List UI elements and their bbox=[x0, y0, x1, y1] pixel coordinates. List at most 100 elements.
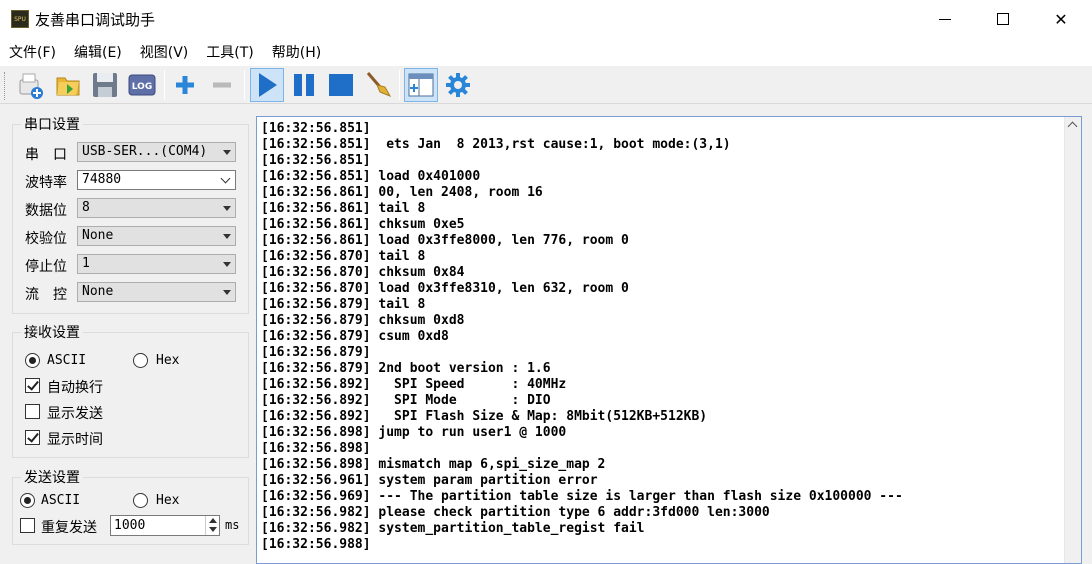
log-line: [16:32:56.851] load 0x401000 bbox=[261, 169, 481, 184]
show-time-label: 显示时间 bbox=[47, 432, 103, 448]
clear-button[interactable] bbox=[361, 68, 395, 102]
receive-hex-radio[interactable] bbox=[133, 353, 148, 368]
log-line: [16:32:56.982] system_partition_table_re… bbox=[261, 521, 645, 536]
log-line: [16:32:56.898] jump to run user1 @ 1000 bbox=[261, 425, 567, 440]
menu-tools[interactable]: 工具(T) bbox=[206, 42, 253, 62]
parity-value: None bbox=[82, 228, 114, 243]
parity-select[interactable]: None bbox=[77, 226, 236, 246]
show-send-checkbox[interactable] bbox=[25, 404, 40, 419]
receive-hex-label: Hex bbox=[156, 353, 180, 368]
port-value: USB-SER...(COM4) bbox=[82, 144, 208, 159]
new-session-button[interactable] bbox=[14, 68, 48, 102]
stopbits-select[interactable]: 1 bbox=[77, 254, 236, 274]
close-icon: ✕ bbox=[1054, 9, 1068, 29]
receive-log[interactable]: [16:32:56.851] [16:32:56.851] ets Jan 8 2… bbox=[256, 116, 1082, 564]
menu-file[interactable]: 文件(F) bbox=[9, 42, 56, 62]
receive-settings-title: 接收设置 bbox=[21, 322, 83, 342]
show-time-checkbox[interactable] bbox=[25, 430, 40, 445]
log-line: [16:32:56.898] bbox=[261, 441, 371, 456]
baud-label: 波特率 bbox=[25, 175, 67, 191]
minimize-button[interactable] bbox=[916, 0, 974, 38]
baud-value: 74880 bbox=[82, 172, 122, 187]
chevron-up-icon[interactable] bbox=[1067, 121, 1078, 132]
receive-ascii-radio[interactable] bbox=[25, 353, 40, 368]
menu-bar: 文件(F) 编辑(E) 视图(V) 工具(T) 帮助(H) bbox=[0, 38, 1092, 66]
log-line: [16:32:56.861] chksum 0xe5 bbox=[261, 217, 465, 232]
databits-select[interactable]: 8 bbox=[77, 198, 236, 218]
flow-label: 流 控 bbox=[25, 287, 67, 303]
window-title: 友善串口调试助手 bbox=[35, 11, 156, 29]
layout-icon bbox=[408, 73, 434, 97]
new-session-icon bbox=[19, 73, 43, 99]
menu-view[interactable]: 视图(V) bbox=[140, 42, 189, 62]
stop-icon bbox=[329, 74, 353, 96]
port-select[interactable]: USB-SER...(COM4) bbox=[77, 142, 236, 162]
baud-select[interactable]: 74880 bbox=[77, 170, 236, 190]
toolbar-separator bbox=[164, 70, 165, 100]
log-line: [16:32:56.969] --- The partition table s… bbox=[261, 489, 903, 504]
add-icon bbox=[176, 76, 194, 94]
log-scrollbar[interactable] bbox=[1064, 117, 1081, 563]
port-label: 串 口 bbox=[25, 147, 67, 163]
log-line: [16:32:56.851] bbox=[261, 121, 371, 136]
databits-label: 数据位 bbox=[25, 203, 67, 219]
chevron-down-icon bbox=[220, 173, 231, 184]
add-button[interactable] bbox=[168, 68, 202, 102]
interval-unit: ms bbox=[225, 518, 240, 532]
log-line: [16:32:56.892] SPI Flash Size & Map: 8Mb… bbox=[261, 409, 708, 424]
app-icon: SPU bbox=[11, 10, 29, 28]
log-line: [16:32:56.879] csum 0xd8 bbox=[261, 329, 449, 344]
log-line: [16:32:56.870] chksum 0x84 bbox=[261, 265, 465, 280]
play-button[interactable] bbox=[250, 68, 284, 102]
remove-button[interactable] bbox=[205, 68, 239, 102]
chevron-down-icon bbox=[223, 262, 231, 267]
maximize-button[interactable] bbox=[974, 0, 1032, 38]
log-line: [16:32:56.851] bbox=[261, 153, 371, 168]
arrow-up-icon[interactable] bbox=[209, 518, 217, 523]
log-icon: LOG bbox=[128, 74, 156, 96]
log-line: [16:32:56.879] chksum 0xd8 bbox=[261, 313, 465, 328]
send-ascii-radio[interactable] bbox=[20, 493, 35, 508]
log-line: [16:32:56.892] SPI Mode : DIO bbox=[261, 393, 551, 408]
settings-button[interactable] bbox=[441, 68, 475, 102]
interval-value: 1000 bbox=[114, 518, 146, 533]
auto-wrap-checkbox[interactable] bbox=[25, 378, 40, 393]
repeat-send-label: 重复发送 bbox=[41, 520, 97, 536]
stop-button[interactable] bbox=[324, 68, 358, 102]
flow-select[interactable]: None bbox=[77, 282, 236, 302]
menu-edit[interactable]: 编辑(E) bbox=[74, 42, 122, 62]
log-lines: [16:32:56.851] [16:32:56.851] ets Jan 8 2… bbox=[261, 121, 903, 553]
layout-button[interactable] bbox=[404, 68, 438, 102]
send-hex-radio[interactable] bbox=[133, 493, 148, 508]
show-send-label: 显示发送 bbox=[47, 406, 103, 422]
send-settings-title: 发送设置 bbox=[21, 467, 83, 487]
pause-icon bbox=[294, 74, 314, 96]
pause-button[interactable] bbox=[287, 68, 321, 102]
toolbar-grip[interactable] bbox=[4, 72, 7, 100]
open-button[interactable] bbox=[51, 68, 85, 102]
chevron-down-icon bbox=[223, 290, 231, 295]
repeat-send-checkbox[interactable] bbox=[20, 518, 35, 533]
log-icon-label: LOG bbox=[132, 82, 152, 92]
serial-settings-title: 串口设置 bbox=[21, 114, 83, 134]
save-button[interactable] bbox=[88, 68, 122, 102]
send-ascii-label: ASCII bbox=[41, 493, 81, 508]
maximize-icon bbox=[997, 13, 1009, 25]
toolbar: LOG bbox=[0, 66, 1092, 104]
log-button[interactable]: LOG bbox=[125, 68, 159, 102]
stopbits-label: 停止位 bbox=[25, 259, 67, 275]
close-button[interactable]: ✕ bbox=[1032, 0, 1090, 38]
send-hex-label: Hex bbox=[156, 493, 180, 508]
toolbar-separator bbox=[399, 70, 400, 100]
log-line: [16:32:56.961] system param partition er… bbox=[261, 473, 598, 488]
app-icon-text: SPU bbox=[14, 15, 26, 23]
log-line: [16:32:56.861] 00, len 2408, room 16 bbox=[261, 185, 543, 200]
menu-help[interactable]: 帮助(H) bbox=[272, 42, 321, 62]
log-line: [16:32:56.879] tail 8 bbox=[261, 297, 426, 312]
arrow-down-icon[interactable] bbox=[209, 527, 217, 532]
interval-stepper[interactable]: 1000 bbox=[110, 515, 220, 536]
settings-gear-icon bbox=[446, 73, 470, 97]
stepper-buttons[interactable] bbox=[205, 516, 219, 535]
receive-ascii-label: ASCII bbox=[47, 353, 87, 368]
play-icon bbox=[259, 73, 277, 97]
